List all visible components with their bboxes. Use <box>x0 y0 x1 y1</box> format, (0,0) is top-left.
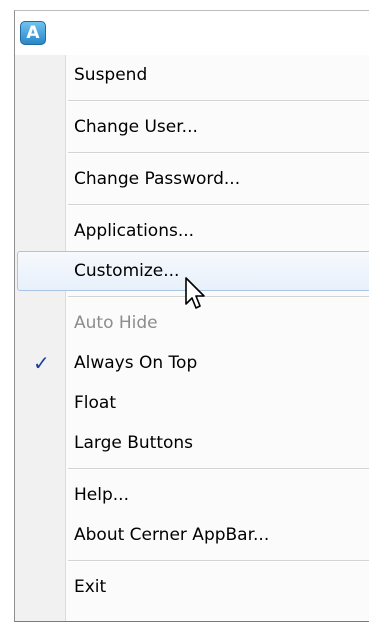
menu-item-change-user[interactable]: Change User... <box>15 107 369 147</box>
menu-item-label: Always On Top <box>74 353 198 373</box>
menu-item-label: Large Buttons <box>74 433 194 453</box>
menu-separator <box>15 147 369 159</box>
context-menu-window: A Suspend Change User... Change Password… <box>14 10 369 622</box>
menu-item-label: Auto Hide <box>74 313 158 333</box>
menu-item-large-buttons[interactable]: Large Buttons <box>15 423 369 463</box>
menu-item-label: Float <box>74 393 116 413</box>
menu-item-label: Suspend <box>74 65 148 85</box>
menu-item-label: Applications... <box>74 221 195 241</box>
menu-item-applications[interactable]: Applications... <box>15 211 369 251</box>
menu-item-label: Customize... <box>74 261 180 281</box>
menu-item-help[interactable]: Help... <box>15 475 369 515</box>
appbar-logo-icon[interactable]: A <box>20 21 46 45</box>
mouse-pointer-icon <box>185 277 205 309</box>
menu-item-label: Help... <box>74 485 129 505</box>
menu-separator <box>15 555 369 567</box>
checkmark-icon: ✓ <box>33 351 50 375</box>
menu-item-label: About Cerner AppBar... <box>74 525 270 545</box>
menu-item-change-password[interactable]: Change Password... <box>15 159 369 199</box>
menu-item-float[interactable]: Float <box>15 383 369 423</box>
context-menu: Suspend Change User... Change Password..… <box>15 55 369 607</box>
menu-separator <box>15 95 369 107</box>
menu-item-exit[interactable]: Exit <box>15 567 369 607</box>
title-bar: A <box>15 11 369 55</box>
menu-separator <box>15 463 369 475</box>
menu-item-suspend[interactable]: Suspend <box>15 55 369 95</box>
menu-separator <box>15 199 369 211</box>
menu-item-label: Change Password... <box>74 169 241 189</box>
menu-item-label: Exit <box>74 577 107 597</box>
menu-item-always-on-top[interactable]: ✓ Always On Top <box>15 343 369 383</box>
menu-item-about[interactable]: About Cerner AppBar... <box>15 515 369 555</box>
menu-item-label: Change User... <box>74 117 198 137</box>
